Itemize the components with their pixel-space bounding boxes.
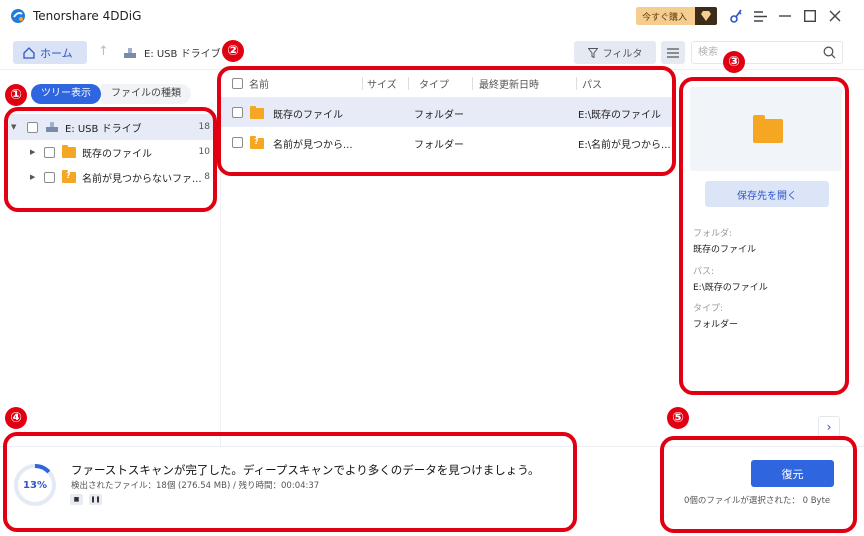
key-icon[interactable] <box>727 7 745 25</box>
gem-icon <box>695 7 717 25</box>
up-arrow-icon[interactable]: ↑ <box>98 44 109 59</box>
search-icon[interactable] <box>823 46 836 59</box>
chevron-right-icon[interactable]: › <box>818 416 840 438</box>
breadcrumb-drive[interactable]: E: USB ドライブ <box>144 45 221 60</box>
annotation-marker-3: ③ <box>723 51 745 73</box>
annotation-marker-5: ⑤ <box>667 407 689 429</box>
filter-label: フィルタ <box>602 49 643 60</box>
minimize-icon[interactable] <box>776 7 794 25</box>
annotation-frame-5 <box>660 436 857 533</box>
view-toggle: ツリー表示 ファイルの種類 <box>31 84 191 104</box>
buy-now-button[interactable]: 今すぐ購入 <box>636 7 717 25</box>
app-title: Tenorshare 4DDiG <box>33 9 142 23</box>
title-bar: Tenorshare 4DDiG 今すぐ購入 <box>0 0 864 32</box>
annotation-frame-4 <box>3 432 577 532</box>
logo-icon <box>11 9 25 23</box>
search-input[interactable] <box>692 42 812 63</box>
list-view-icon <box>667 47 679 58</box>
annotation-frame-1 <box>4 107 217 212</box>
search-box <box>691 41 843 64</box>
home-label: ホーム <box>40 46 73 60</box>
home-button[interactable]: ホーム <box>13 41 87 64</box>
usb-drive-icon <box>124 47 136 58</box>
annotation-frame-3 <box>679 77 849 395</box>
tab-tree-view[interactable]: ツリー表示 <box>31 84 101 104</box>
filter-icon <box>587 47 598 58</box>
annotation-marker-1: ① <box>5 84 27 106</box>
maximize-icon[interactable] <box>801 7 819 25</box>
buy-now-label: 今すぐ購入 <box>642 12 688 23</box>
breadcrumb: E: USB ドライブ <box>123 45 221 60</box>
menu-icon[interactable] <box>751 7 769 25</box>
app-window: Tenorshare 4DDiG 今すぐ購入 ホーム ↑ E: USB ドライブ… <box>0 0 864 536</box>
close-icon[interactable] <box>826 7 844 25</box>
list-view-button[interactable] <box>661 41 685 64</box>
tab-file-type[interactable]: ファイルの種類 <box>101 84 191 104</box>
annotation-marker-4: ④ <box>5 407 27 429</box>
annotation-marker-2: ② <box>222 40 244 62</box>
home-icon <box>23 46 35 59</box>
annotation-frame-2 <box>217 66 676 176</box>
filter-button[interactable]: フィルタ <box>574 41 656 64</box>
